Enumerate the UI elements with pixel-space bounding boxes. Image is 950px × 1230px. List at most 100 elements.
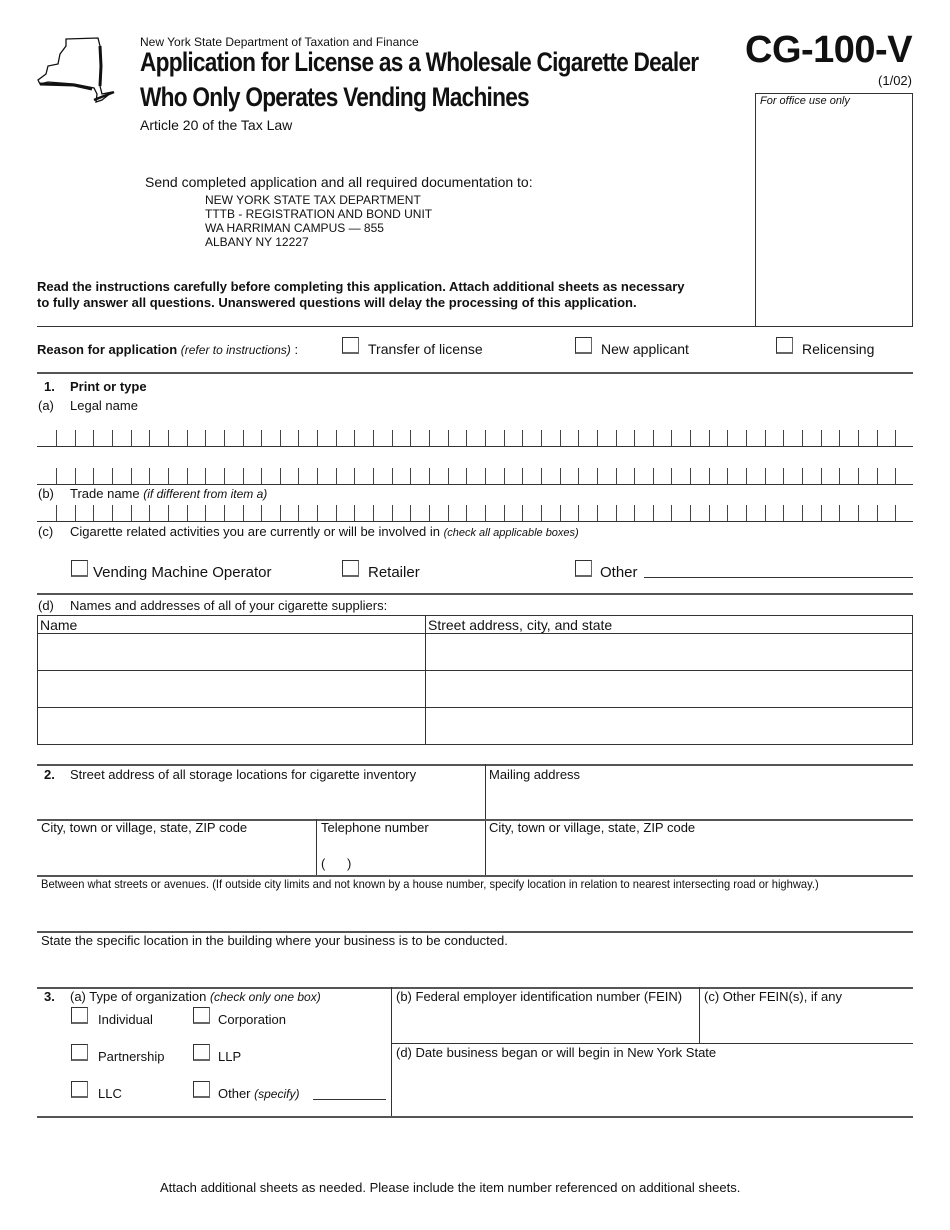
storage-address-label: Street address of all storage locations … [70, 767, 417, 782]
divider [37, 326, 913, 327]
form-title-line-1: Application for License as a Wholesale C… [140, 47, 699, 77]
business-location-label: State the specific location in the build… [41, 933, 508, 948]
llp-checkbox[interactable] [193, 1044, 210, 1061]
fein-input[interactable] [395, 1012, 695, 1040]
corporation-checkbox[interactable] [193, 1007, 210, 1024]
storage-city-label: City, town or village, state, ZIP code [41, 820, 248, 835]
other-org-label: Other (specify) [218, 1086, 299, 1101]
other-fein-label-text: Other FEIN(s), if any [722, 989, 842, 1004]
other-fein-label: (c) Other FEIN(s), if any [704, 989, 842, 1004]
form-subtitle: Article 20 of the Tax Law [140, 117, 293, 133]
telephone-input[interactable] [370, 852, 482, 874]
supplier-address-input[interactable] [426, 671, 912, 707]
new-applicant-checkbox[interactable] [575, 337, 592, 354]
instructions-line-2: to fully answer all questions. Unanswere… [37, 295, 637, 310]
new-york-state-logo-icon [37, 37, 115, 103]
llp-label: LLP [218, 1049, 242, 1064]
org-type-note: (check only one box) [209, 990, 321, 1004]
retailer-checkbox[interactable] [342, 560, 359, 577]
divider [699, 987, 700, 1043]
item-1d-letter: (d) [38, 598, 54, 613]
reason-label-text: Reason for application [37, 342, 178, 357]
retailer-label: Retailer [368, 564, 420, 581]
between-streets-label: Between what streets or avenues. (If out… [41, 877, 819, 891]
table-row [37, 633, 913, 671]
mailing-address-label: Mailing address [489, 767, 581, 782]
partnership-label: Partnership [98, 1049, 165, 1064]
legal-name-input-line-2[interactable] [37, 464, 913, 484]
other-org-note: (specify) [254, 1087, 300, 1101]
individual-checkbox[interactable] [71, 1007, 88, 1024]
other-org-input[interactable] [313, 1084, 386, 1100]
divider [37, 593, 913, 595]
telephone-area-code-parens: ( ) [321, 856, 352, 871]
llc-label: LLC [98, 1086, 122, 1101]
item-1b-label: Trade name (if different from item a) [70, 486, 267, 501]
divider [37, 1116, 913, 1118]
telephone-label: Telephone number [321, 820, 429, 835]
form-number: CG-100-V [745, 29, 913, 71]
relicensing-label: Relicensing [802, 341, 875, 357]
other-org-text: Other [218, 1086, 251, 1101]
mailing-city-label: City, town or village, state, ZIP code [489, 820, 696, 835]
divider [37, 764, 913, 766]
mailing-address-line: ALBANY NY 12227 [205, 235, 309, 249]
supplier-name-input[interactable] [38, 671, 425, 707]
reason-note: (refer to instructions) [180, 343, 291, 357]
item-1b-letter: (b) [38, 486, 54, 501]
vending-machine-operator-checkbox[interactable] [71, 560, 88, 577]
supplier-address-input[interactable] [426, 634, 912, 670]
mailing-address-line: WA HARRIMAN CAMPUS — 855 [205, 221, 384, 235]
start-date-label: (d) Date business began or will begin in… [396, 1045, 716, 1060]
corporation-label: Corporation [218, 1012, 286, 1027]
legal-name-comb-field-2 [37, 464, 913, 485]
other-fein-input[interactable] [703, 1012, 912, 1040]
mailing-address-line: TTTB - REGISTRATION AND BOND UNIT [205, 207, 433, 221]
start-date-label-text: Date business began or will begin in New… [415, 1045, 717, 1060]
relicensing-checkbox[interactable] [776, 337, 793, 354]
section-3-number: 3. [44, 989, 55, 1004]
trade-name-comb-field [37, 501, 913, 522]
trade-name-input[interactable] [37, 501, 913, 521]
item-3c-letter: (c) [704, 989, 720, 1004]
table-row [37, 707, 913, 745]
suppliers-table-header: Name Street address, city, and state [37, 615, 913, 634]
start-date-input[interactable] [395, 1070, 911, 1110]
storage-address-input[interactable] [40, 790, 482, 816]
mailing-address-input[interactable] [488, 790, 912, 816]
other-activity-input[interactable] [644, 560, 913, 578]
footer-note: Attach additional sheets as needed. Plea… [160, 1180, 741, 1195]
form-title-line-2: Who Only Operates Vending Machines [140, 82, 530, 112]
other-activity-label: Other [600, 564, 638, 581]
column-header-name: Name [37, 615, 426, 634]
column-header-address: Street address, city, and state [425, 615, 913, 634]
supplier-address-input[interactable] [426, 708, 912, 744]
transfer-of-license-checkbox[interactable] [342, 337, 359, 354]
reason-label: Reason for application (refer to instruc… [37, 342, 298, 357]
mailing-intro: Send completed application and all requi… [145, 174, 533, 190]
storage-city-input[interactable] [40, 843, 312, 869]
llc-checkbox[interactable] [71, 1081, 88, 1098]
supplier-name-input[interactable] [38, 634, 425, 670]
trade-name-note: (if different from item a) [143, 487, 268, 501]
item-1c-letter: (c) [38, 524, 54, 539]
individual-label: Individual [98, 1012, 153, 1027]
other-org-checkbox[interactable] [193, 1081, 210, 1098]
office-use-label: For office use only [760, 95, 850, 107]
other-activity-checkbox[interactable] [575, 560, 592, 577]
vending-machine-operator-label: Vending Machine Operator [93, 564, 272, 581]
suppliers-table: Name Street address, city, and state [37, 615, 913, 745]
business-location-input[interactable] [40, 953, 912, 983]
org-type-label: Type of organization [89, 989, 207, 1004]
new-applicant-label: New applicant [601, 341, 689, 357]
mailing-city-input[interactable] [488, 843, 912, 869]
section-1-heading: Print or type [70, 379, 147, 394]
legal-name-input-line-1[interactable] [37, 426, 913, 446]
mailing-address: NEW YORK STATE TAX DEPARTMENT TTTB - REG… [205, 193, 432, 249]
reason-colon: : [294, 342, 299, 357]
supplier-name-input[interactable] [38, 708, 425, 744]
partnership-checkbox[interactable] [71, 1044, 88, 1061]
divider [391, 1043, 913, 1044]
between-streets-input[interactable] [40, 898, 912, 928]
fein-label: (b) Federal employer identification numb… [396, 989, 682, 1004]
